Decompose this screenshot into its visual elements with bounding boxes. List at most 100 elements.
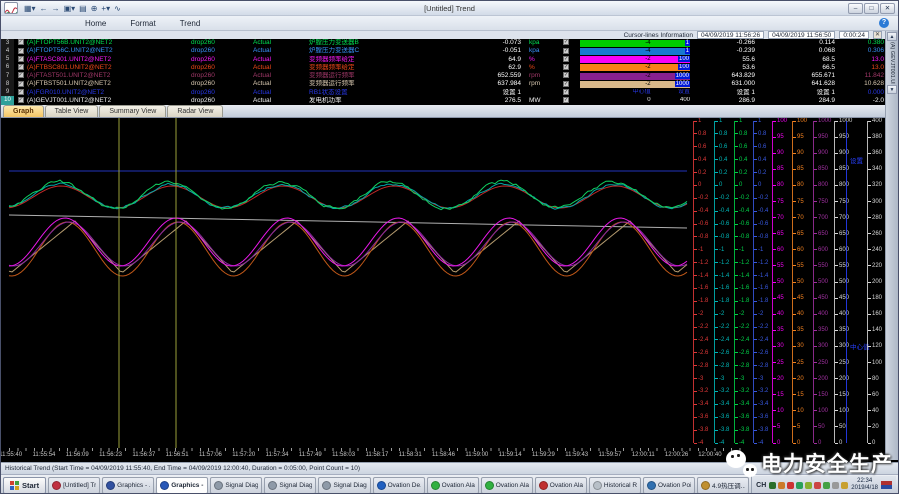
view-tab-radar-view[interactable]: Radar View xyxy=(167,105,223,117)
taskbar-button-10[interactable]: Historical R... xyxy=(589,477,641,494)
signal-description: 炉膛压力变送器B xyxy=(309,39,437,47)
forward-arrow-icon[interactable]: → xyxy=(52,4,60,13)
tray-icon-4[interactable] xyxy=(805,482,812,489)
axis-tick-label: 65 xyxy=(773,231,784,237)
menu-tab-format[interactable]: Format xyxy=(118,16,167,31)
range-bar: -2100 xyxy=(580,64,690,72)
minimize-button[interactable]: – xyxy=(848,3,863,14)
signal-drop: drop260 xyxy=(191,64,253,72)
view-tab-table-view[interactable]: Table View xyxy=(45,105,99,117)
row-checkbox[interactable]: ✓ xyxy=(14,80,27,88)
scale-checkbox[interactable]: ✓ xyxy=(552,56,580,64)
tray-icon-7[interactable] xyxy=(832,482,839,489)
row-checkbox[interactable]: ✓ xyxy=(14,39,27,47)
signal-mode: Actual xyxy=(253,47,309,55)
row-checkbox[interactable]: ✓ xyxy=(14,72,27,80)
range-bar-fill: -2100 xyxy=(580,64,690,71)
taskbar-button-12[interactable]: 4.9热压调... xyxy=(697,477,749,494)
tray-flag-icon[interactable] xyxy=(881,481,892,489)
maximize-button[interactable]: □ xyxy=(864,3,879,14)
time-tick-label: 11:58:46 xyxy=(427,452,460,458)
chart-style-icon[interactable]: ▦▾ xyxy=(24,4,36,13)
taskbar-button-7[interactable]: Ovation Ala... xyxy=(427,477,479,494)
add-signal-icon[interactable]: +▾ xyxy=(101,4,110,13)
range-min: -4 xyxy=(580,40,653,47)
scale-checkbox[interactable]: ✓ xyxy=(552,80,580,88)
back-arrow-icon[interactable]: ← xyxy=(40,4,48,13)
axis-tick-label: 15 xyxy=(793,392,804,398)
menu-tab-trend[interactable]: Trend xyxy=(168,16,213,31)
scale-checkbox[interactable]: ✓ xyxy=(552,97,580,105)
axis-tick-label: 0.8 xyxy=(735,131,747,137)
row-checkbox[interactable]: ✓ xyxy=(14,64,27,72)
tray-icon-5[interactable] xyxy=(814,482,821,489)
taskbar-button-11[interactable]: Ovation Poi... xyxy=(643,477,695,494)
tray-icon-0[interactable] xyxy=(769,482,776,489)
row-checkbox[interactable]: ✓ xyxy=(14,89,27,97)
table-row[interactable]: 9✓(A)FGR010.UNIT2@NET2drop260ActualRB1状态… xyxy=(1,89,885,97)
y-axis-5: 1009590858075706560555045403530252015105… xyxy=(792,121,812,443)
scale-checkbox[interactable]: ✓ xyxy=(552,89,580,97)
axis-tick-label: -3.8 xyxy=(694,427,708,433)
row-checkbox[interactable]: ✓ xyxy=(14,97,27,105)
export-image-icon[interactable]: ▣▾ xyxy=(64,4,76,13)
table-row[interactable]: 4✓(A)FTOPT56C.UNIT2@NET2drop260Actual炉膛压… xyxy=(1,47,885,55)
axis-tick-label: -0.2 xyxy=(694,195,708,201)
axis-tick-label: -0.6 xyxy=(754,221,768,227)
axis-tick-label: -2.2 xyxy=(715,324,729,330)
tray-icon-1[interactable] xyxy=(778,482,785,489)
tray-icon-6[interactable] xyxy=(823,482,830,489)
taskbar-clock[interactable]: 22:34 2019/4/18 xyxy=(851,478,878,492)
cursor-diff-value: 13.0 xyxy=(840,64,887,72)
scale-checkbox[interactable]: ✓ xyxy=(552,39,580,47)
trend-line-icon[interactable]: ∿ xyxy=(114,4,121,13)
table-row[interactable]: 10✓(A)GEVJT001.UNIT2@NET2drop260Actual发电… xyxy=(1,97,885,105)
cursor-diff-value: 10.628 xyxy=(840,80,887,88)
axis-tick-label: 90 xyxy=(793,150,804,156)
scroll-down-icon[interactable]: ▼ xyxy=(887,85,897,94)
range-max: 400 xyxy=(653,97,690,104)
axis-tick-label: 95 xyxy=(793,134,804,140)
axis-tick-label: -1.6 xyxy=(694,285,708,291)
scroll-up-icon[interactable]: ▲ xyxy=(887,32,897,41)
taskbar-button-3[interactable]: Signal Diagr... xyxy=(210,477,262,494)
taskbar-button-label: Signal Diagr... xyxy=(225,482,258,489)
taskbar-button-5[interactable]: Signal Diagr... xyxy=(318,477,370,494)
table-scrollbar[interactable]: ▲ (A) GEVJT001.UNIT2@NET2 [10] ▼ xyxy=(885,31,898,460)
scale-checkbox[interactable]: ✓ xyxy=(552,72,580,80)
taskbar-button-8[interactable]: Ovation Ala... xyxy=(481,477,533,494)
start-button[interactable]: Start xyxy=(3,477,46,494)
row-checkbox[interactable]: ✓ xyxy=(14,56,27,64)
view-tab-graph[interactable]: Graph xyxy=(3,105,44,117)
taskbar-button-1[interactable]: Graphics - ... xyxy=(102,477,154,494)
table-row[interactable]: 5✓(A)FTASC801.UNIT2@NET2drop260Actual变频器… xyxy=(1,56,885,64)
view-tab-summary-view[interactable]: Summary View xyxy=(99,105,166,117)
language-indicator[interactable]: CH xyxy=(756,482,766,489)
taskbar-button-6[interactable]: Ovation De... xyxy=(373,477,425,494)
table-row[interactable]: 7✓(A)FTAST501.UNIT2@NET2drop260Actual变频器… xyxy=(1,72,885,80)
help-icon[interactable]: ? xyxy=(879,18,889,28)
scale-checkbox[interactable]: ✓ xyxy=(552,47,580,55)
time-tick-label: 12:00:40 xyxy=(693,452,726,458)
close-button[interactable]: ✕ xyxy=(880,3,895,14)
grid-view-icon[interactable]: ▤ xyxy=(79,4,87,13)
taskbar-button-4[interactable]: Signal Diagr... xyxy=(264,477,316,494)
zoom-icon[interactable]: ⊕ xyxy=(91,4,98,13)
tray-icon-2[interactable] xyxy=(787,482,794,489)
taskbar-button-0[interactable]: [Untitled] Tr... xyxy=(48,477,100,494)
axis-tick-label: -1.4 xyxy=(715,273,729,279)
row-checkbox[interactable]: ✓ xyxy=(14,47,27,55)
scale-checkbox[interactable]: ✓ xyxy=(552,64,580,72)
table-row[interactable]: 8✓(A)FTBST501.UNIT2@NET2drop260Actual变频器… xyxy=(1,80,885,88)
table-row[interactable]: 6✓(A)FTBSC801.UNIT2@NET2drop260Actual变频器… xyxy=(1,64,885,72)
table-row[interactable]: 3✓(A)FTOPT56B.UNIT2@NET2drop260Actual炉膛压… xyxy=(1,39,885,47)
axis-tick-label: 300 xyxy=(814,343,828,349)
trend-chart-area[interactable]: 10.80.60.40.20-0.2-0.4-0.6-0.8-1-1.2-1.4… xyxy=(1,118,885,448)
tray-icon-3[interactable] xyxy=(796,482,803,489)
cursor-info-close-button[interactable]: ✕ xyxy=(873,31,882,39)
taskbar-button-2[interactable]: Graphics - ... xyxy=(156,477,208,494)
menu-tab-home[interactable]: Home xyxy=(73,16,118,31)
axis-tick-label: 320 xyxy=(868,182,882,188)
tray-icon-8[interactable] xyxy=(841,482,848,489)
taskbar-button-9[interactable]: Ovation Ala... xyxy=(535,477,587,494)
